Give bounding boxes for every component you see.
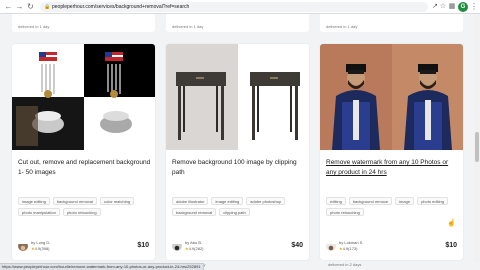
share-icon[interactable]: ↗ [431,3,439,11]
tag[interactable]: color matching [100,197,135,205]
page-scrollbar[interactable] [474,14,480,263]
avatar [326,241,336,251]
lock-icon: 🔒 [44,4,51,10]
tag[interactable]: image editing [211,197,244,205]
service-card[interactable]: Cut out, remove and replacement backgrou… [12,44,155,260]
profile-avatar[interactable]: G [458,2,468,12]
address-bar[interactable]: 🔒 peopleperhour.com/services/background+… [40,2,428,12]
page-content: delivered in 1 day delivered in 1 day de… [0,14,474,263]
avatar [18,241,28,251]
previous-card[interactable]: delivered in 1 day [166,14,309,32]
tag[interactable]: photo retouching [62,208,101,216]
review-count: (282) [194,246,204,251]
tag[interactable]: adobe illustrator [172,197,209,205]
service-title[interactable]: Remove background 100 image by clipping … [172,158,306,178]
tag[interactable]: background removal [52,197,98,205]
seller-name[interactable]: Lokman S. [344,240,363,245]
browser-menu-icon[interactable]: ⋮ [470,2,478,12]
seller-info[interactable]: by Lokman S. ★4.9(173) [326,240,363,251]
back-icon[interactable]: ← [4,2,13,12]
seller-name[interactable]: Long D. [36,240,50,245]
tag[interactable]: adobe photoshop [246,197,286,205]
tag[interactable]: image [395,197,415,205]
service-card[interactable]: Remove watermark from any 10 Photos or a… [320,44,463,260]
tag-list: image editing background removal color m… [18,197,152,216]
service-image[interactable] [166,44,309,150]
delivery-time: delivered in 1 day [18,24,50,29]
price: $10 [137,242,149,249]
reload-icon[interactable]: ↻ [26,2,35,12]
link-status-bar: https://www.peopleperhour.com/hourlie/re… [0,263,204,270]
mouse-cursor-icon: ☝ [447,220,456,227]
url-text: peopleperhour.com/services/background+re… [52,4,190,10]
tag[interactable]: editing [326,197,346,205]
tag[interactable]: background removal [172,208,217,216]
tag[interactable]: image editing [18,197,50,205]
avatar [172,241,182,251]
delivery-time: delivered in 1 day [172,24,204,29]
service-title[interactable]: Remove watermark from any 10 Photos or a… [326,158,460,178]
bookmark-star-icon[interactable]: ☆ [439,3,447,11]
seller-info[interactable]: by Long D. ★4.9(398) [18,240,50,251]
service-image[interactable] [320,44,463,150]
review-count: (173) [348,246,358,251]
seller-info[interactable]: by Abu B. ★4.9(282) [172,240,204,251]
browser-toolbar: ← → ↻ 🔒 peopleperhour.com/services/backg… [0,0,480,14]
extensions-icon[interactable]: ▦ [448,3,456,11]
price: $10 [445,242,457,249]
tag-list: editing background remove image photo ed… [326,197,460,216]
review-count: (398) [40,246,50,251]
tag[interactable]: photo editing [417,197,448,205]
tag[interactable]: photo manipulation [18,208,60,216]
tag[interactable]: background remove [348,197,393,205]
tag[interactable]: photo retouching [326,208,364,216]
service-image[interactable] [12,44,155,150]
seller-name[interactable]: Abu B. [190,240,202,245]
delivery-time: delivered in 2 days [328,262,362,267]
tag[interactable]: clipping path [219,208,250,216]
forward-icon[interactable]: → [15,2,24,12]
previous-card[interactable]: delivered in 1 day [12,14,155,32]
previous-card[interactable]: delivered in 1 day [320,14,463,32]
scrollbar-thumb[interactable] [475,132,479,162]
tag-list: adobe illustrator image editing adobe ph… [172,197,306,216]
service-card[interactable]: Remove background 100 image by clipping … [166,44,309,260]
price: $40 [291,242,303,249]
service-title[interactable]: Cut out, remove and replacement backgrou… [18,158,152,178]
delivery-time: delivered in 1 day [326,24,358,29]
